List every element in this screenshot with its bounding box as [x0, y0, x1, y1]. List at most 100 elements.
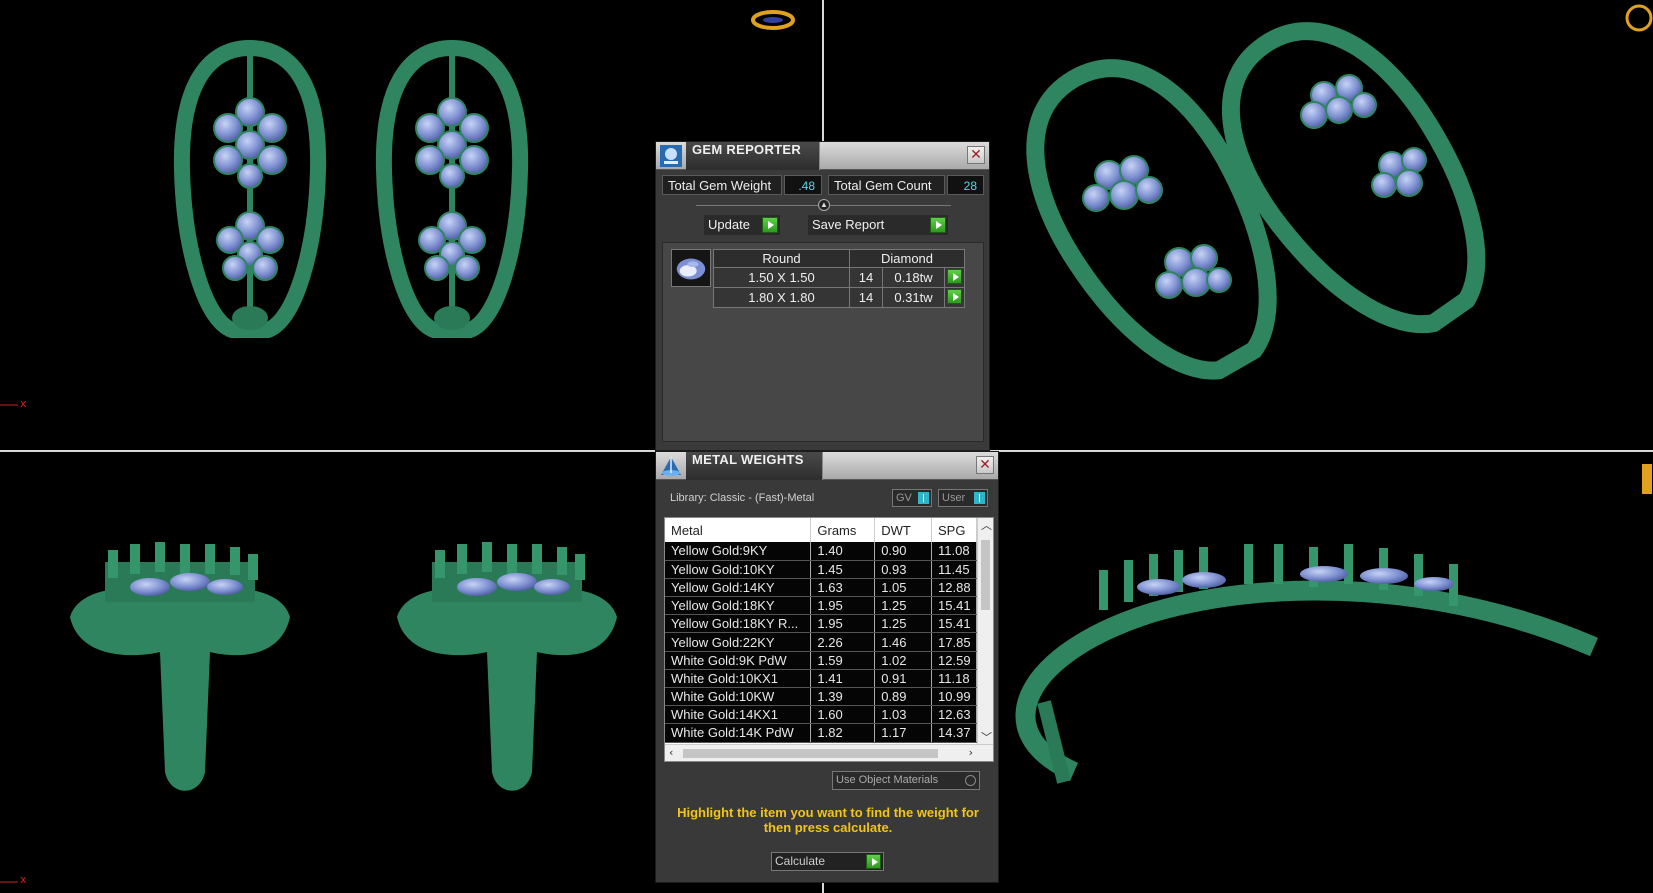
- total-gem-weight-label: Total Gem Weight: [662, 175, 782, 195]
- total-gem-count-value: 28: [947, 175, 984, 195]
- gem-count: 14: [849, 267, 883, 288]
- metal-name: Yellow Gold:9KY: [665, 542, 812, 561]
- gem-shape-header: Round: [713, 249, 850, 268]
- gem-count: 14: [849, 287, 883, 308]
- table-row[interactable]: White Gold:10KX1 1.41 0.91 11.18: [665, 669, 977, 689]
- horizontal-scroll-thumb[interactable]: [683, 749, 938, 758]
- total-gem-count-label: Total Gem Count: [828, 175, 945, 195]
- vertical-scroll-thumb[interactable]: [981, 540, 990, 610]
- table-row[interactable]: White Gold:14K PdW 1.82 1.17 14.37: [665, 723, 977, 743]
- metal-weights-panel: METAL WEIGHTS ✕ Library: Classic - (Fast…: [655, 451, 999, 883]
- metal-spg: 12.88: [931, 578, 977, 598]
- table-row[interactable]: Yellow Gold:10KY 1.45 0.93 11.45: [665, 560, 977, 579]
- gem-reporter-title: GEM REPORTER: [686, 142, 821, 170]
- metal-spg: 15.41: [931, 614, 977, 634]
- table-row[interactable]: Yellow Gold:9KY 1.40 0.90 11.08: [665, 542, 977, 561]
- gem-table: Round Diamond 1.50 X 1.50 14 0.18tw 1.80…: [713, 249, 965, 308]
- gem-list-area: Round Diamond 1.50 X 1.50 14 0.18tw 1.80…: [662, 242, 984, 442]
- save-report-button-label: Save Report: [812, 217, 885, 232]
- calculate-button-label: Calculate: [775, 854, 826, 868]
- metal-dwt: 1.25: [874, 614, 933, 634]
- gem-size: 1.80 X 1.80: [713, 287, 850, 308]
- gem-weight: 0.18tw: [882, 267, 945, 288]
- update-arrow-icon: [762, 217, 778, 233]
- metal-grams: 1.41: [810, 669, 876, 689]
- metal-spg: 11.08: [931, 542, 977, 561]
- gem-reporter-close-icon[interactable]: ✕: [967, 146, 985, 164]
- metal-weights-close-icon[interactable]: ✕: [976, 456, 994, 474]
- gv-toggle[interactable]: GV: [892, 489, 932, 507]
- table-row[interactable]: White Gold:10KW 1.39 0.89 10.99: [665, 687, 977, 707]
- axis-x-label: x: [20, 397, 27, 410]
- metal-spg: 12.59: [931, 651, 977, 670]
- user-toggle[interactable]: User: [938, 489, 988, 507]
- table-row[interactable]: White Gold:14KX1 1.60 1.03 12.63: [665, 705, 977, 725]
- metal-grams: 1.95: [810, 596, 876, 616]
- user-toggle-indicator-icon: [974, 492, 985, 504]
- scale-icon: [661, 457, 681, 476]
- metal-grams: 1.82: [810, 723, 876, 743]
- arrow-right-icon: [947, 269, 962, 284]
- metal-table: Metal Grams DWT SPG Yellow Gold:9KY 1.40 0…: [665, 518, 977, 743]
- metal-name: Yellow Gold:10KY: [665, 560, 812, 579]
- table-row[interactable]: Yellow Gold:18KY R... 1.95 1.25 15.41: [665, 614, 977, 634]
- metal-spg: 12.63: [931, 705, 977, 725]
- metal-grams: 1.63: [810, 578, 876, 598]
- use-object-materials-toggle[interactable]: Use Object Materials: [832, 771, 980, 790]
- user-toggle-label: User: [942, 492, 966, 504]
- gem-size: 1.50 X 1.50: [713, 267, 850, 288]
- metal-grams: 1.60: [810, 705, 876, 725]
- calculate-button[interactable]: Calculate: [771, 852, 884, 871]
- metal-table-vertical-scrollbar[interactable]: ︿ ﹀: [977, 518, 993, 746]
- column-header-grams[interactable]: Grams: [810, 518, 876, 542]
- metal-weights-title-bar[interactable]: METAL WEIGHTS ✕: [656, 452, 998, 480]
- gem-table-header: Round Diamond: [713, 249, 965, 268]
- metal-grams: 1.59: [810, 651, 876, 670]
- table-row[interactable]: 1.50 X 1.50 14 0.18tw: [713, 267, 965, 288]
- metal-weights-title: METAL WEIGHTS: [686, 452, 823, 480]
- table-row[interactable]: White Gold:9K PdW 1.59 1.02 12.59: [665, 651, 977, 670]
- metal-dwt: 1.03: [874, 705, 933, 725]
- table-row[interactable]: Yellow Gold:18KY 1.95 1.25 15.41: [665, 596, 977, 616]
- calculate-arrow-icon: [866, 854, 881, 869]
- scroll-left-icon[interactable]: ‹: [669, 747, 673, 759]
- table-row[interactable]: Yellow Gold:22KY 2.26 1.46 17.85: [665, 632, 977, 652]
- total-gem-weight-field: Total Gem Weight .48: [662, 175, 822, 195]
- axis-x-label-bottom: x: [20, 873, 27, 886]
- column-header-spg[interactable]: SPG: [931, 518, 977, 542]
- column-header-metal[interactable]: Metal: [665, 518, 812, 542]
- metal-spg: 14.37: [931, 723, 977, 743]
- scroll-up-icon[interactable]: ︿: [981, 520, 992, 532]
- gem-reporter-title-bar[interactable]: GEM REPORTER ✕: [656, 142, 989, 170]
- arrow-right-icon: [947, 289, 962, 304]
- table-row[interactable]: 1.80 X 1.80 14 0.31tw: [713, 287, 965, 308]
- gem-weight: 0.31tw: [882, 287, 945, 308]
- gem-reporter-app-icon: [660, 145, 682, 167]
- gem-row-select-button[interactable]: [944, 267, 965, 288]
- scroll-right-icon[interactable]: ›: [969, 747, 973, 759]
- gem-reporter-splitter-handle[interactable]: ▲: [818, 199, 830, 211]
- gv-toggle-label: GV: [896, 492, 912, 504]
- metal-spg: 11.45: [931, 560, 977, 579]
- update-button[interactable]: Update: [704, 215, 780, 235]
- metal-dwt: 1.17: [874, 723, 933, 743]
- metal-name: White Gold:10KX1: [665, 669, 812, 689]
- table-row[interactable]: Yellow Gold:14KY 1.63 1.05 12.88: [665, 578, 977, 598]
- gem-row-select-button[interactable]: [944, 287, 965, 308]
- metal-dwt: 0.91: [874, 669, 933, 689]
- metal-name: Yellow Gold:14KY: [665, 578, 812, 598]
- metal-name: Yellow Gold:22KY: [665, 632, 812, 652]
- cad-workspace: x x GEM REPORTER ✕ Total Gem Weight .48 …: [0, 0, 1653, 893]
- save-report-button[interactable]: Save Report: [808, 215, 948, 235]
- metal-grams: 1.95: [810, 614, 876, 634]
- gem-reporter-panel: GEM REPORTER ✕ Total Gem Weight .48 Tota…: [655, 141, 990, 451]
- metal-grams: 2.26: [810, 632, 876, 652]
- column-header-dwt[interactable]: DWT: [874, 518, 933, 542]
- metal-name: White Gold:14KX1: [665, 705, 812, 725]
- gv-toggle-indicator-icon: [918, 492, 929, 504]
- update-button-label: Update: [708, 217, 750, 232]
- metal-dwt: 0.93: [874, 560, 933, 579]
- metal-name: White Gold:14K PdW: [665, 723, 812, 743]
- metal-table-horizontal-scrollbar[interactable]: ‹ ›: [665, 744, 993, 761]
- scroll-down-icon[interactable]: ﹀: [981, 732, 992, 744]
